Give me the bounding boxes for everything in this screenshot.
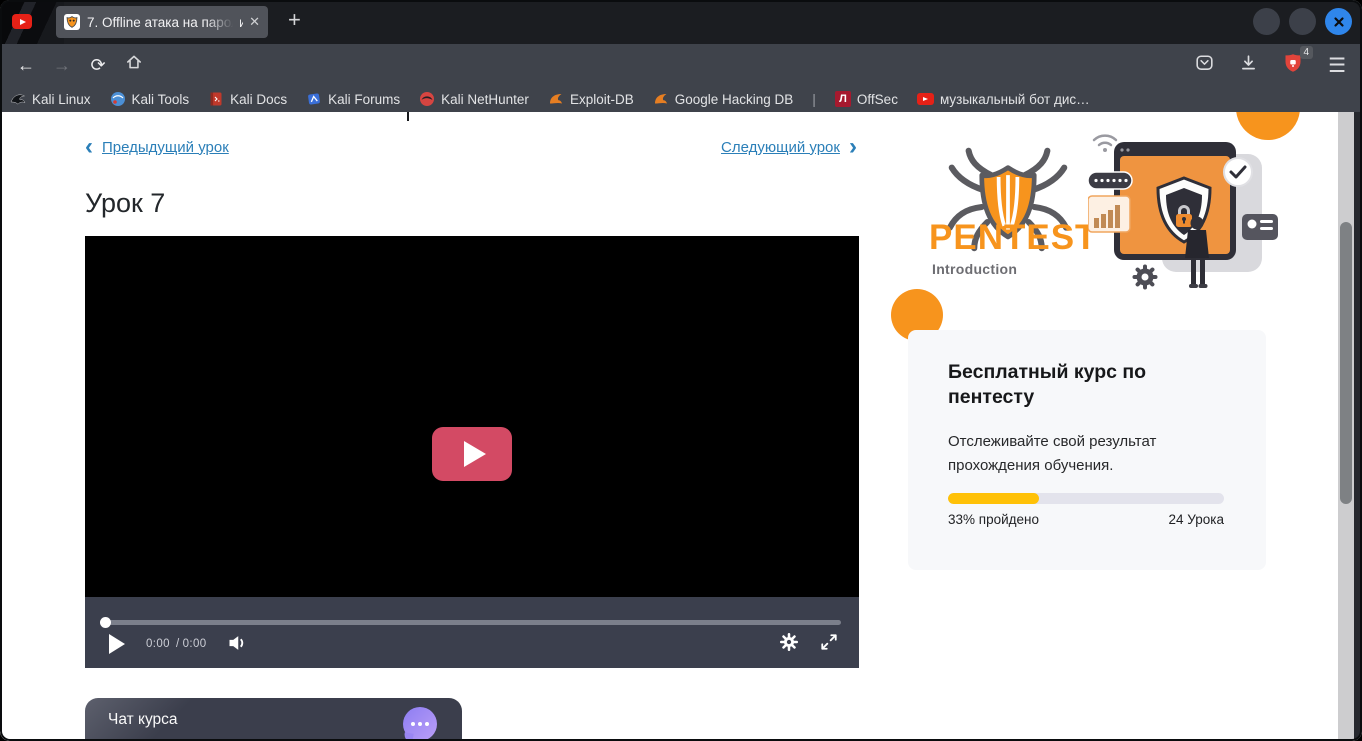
home-button[interactable] [122,53,146,77]
course-card-title: Бесплатный курс по пентесту [948,360,1198,410]
chat-title: Чат курса [108,711,178,729]
video-screen[interactable] [85,236,859,597]
course-chat-widget[interactable]: Чат курса [85,698,462,741]
exploit-db-icon [548,91,564,107]
kali-docs-icon [208,91,224,107]
security-illustration [1088,126,1280,304]
next-lesson-label[interactable]: Следующий урок [721,139,840,156]
chevron-left-icon: ‹ [85,138,93,156]
progress-fill [948,493,1039,504]
bookmark-kali-docs[interactable]: Kali Docs [208,91,287,107]
tab-active[interactable]: 7. Offline атака на пароли ✕ [56,6,268,38]
kali-linux-icon [10,91,26,107]
banner-title: PENTEST [929,218,1097,258]
menu-button[interactable]: ☰ [1328,53,1346,78]
settings-button[interactable] [780,633,798,656]
lesson-title: Урок 7 [85,188,165,219]
kali-tools-icon [110,91,126,107]
pinned-tab-youtube[interactable] [12,14,32,29]
bookmark-exploit-db[interactable]: Exploit-DB [548,91,634,107]
close-icon [1333,16,1345,28]
big-play-button[interactable] [432,427,512,481]
back-button[interactable]: ← [14,53,38,77]
video-player: 0:00/0:00 [85,236,859,668]
volume-icon [227,633,247,653]
adblock-extension-button[interactable]: 4 [1283,53,1303,78]
window-right-edge [1354,112,1362,741]
previous-lesson-label[interactable]: Предыдущий урок [102,139,229,156]
lessons-count-label: 24 Урока [1169,512,1224,527]
bookmarks-separator: | [812,91,816,107]
bookmark-kali-tools[interactable]: Kali Tools [110,91,190,107]
next-lesson-link[interactable]: Следующий урок › [721,138,857,156]
google-hacking-db-icon [653,91,669,107]
downloads-icon[interactable] [1239,54,1258,77]
bookmark-offsec[interactable]: Л OffSec [835,91,898,107]
previous-lesson-link[interactable]: ‹ Предыдущий урок [85,138,229,156]
banner-subtitle: Introduction [932,261,1017,277]
reload-button[interactable]: ⟳ [86,53,110,77]
new-tab-button[interactable]: + [288,7,301,33]
titlebar: 7. Offline атака на пароли ✕ + [0,0,1362,44]
bookmark-google-hacking-db[interactable]: Google Hacking DB [653,91,794,107]
kali-nethunter-icon [419,91,435,107]
forward-button[interactable]: → [50,53,74,77]
pocket-icon[interactable] [1195,54,1214,77]
offsec-icon: Л [835,91,851,107]
bookmark-music-bot[interactable]: музыкальный бот дис… [917,92,1090,107]
youtube-icon [917,93,934,105]
tab-close-icon[interactable]: ✕ [249,14,260,30]
kali-forums-icon [306,91,322,107]
seek-handle[interactable] [100,617,111,628]
bookmark-kali-forums[interactable]: Kali Forums [306,91,400,107]
clipped-page-title-artifact [407,112,409,121]
maximize-button[interactable] [1289,8,1316,35]
home-icon [125,53,143,71]
play-button[interactable] [109,634,125,654]
gear-icon [780,633,798,651]
volume-button[interactable] [227,633,247,658]
chevron-right-icon: › [849,138,857,156]
progress-bar [948,493,1224,504]
close-button[interactable] [1325,8,1352,35]
bookmarks-bar: Kali Linux Kali Tools Kali Docs Kali F [0,86,1362,112]
progress-percent-label: 33% пройдено [948,512,1039,527]
scrollbar-thumb[interactable] [1340,222,1352,504]
minimize-button[interactable] [1253,8,1280,35]
fullscreen-icon [820,633,838,651]
youtube-icon [12,14,32,29]
adblock-badge: 4 [1300,46,1314,59]
course-progress-card: Бесплатный курс по пентесту Отслеживайте… [908,330,1266,570]
seek-bar[interactable] [105,620,841,625]
codeby-favicon-icon [64,14,80,30]
browser-window: 7. Offline атака на пароли ✕ + ← → ⟳ [0,0,1362,741]
course-card-description: Отслеживайте свой результат прохождения … [948,430,1220,478]
page-content: ‹ Предыдущий урок Следующий урок › Урок … [0,112,1362,741]
navigation-toolbar: ← → ⟳ https://codeby.schoo [0,44,1362,86]
video-controls: 0:00/0:00 [85,597,859,668]
bookmark-kali-linux[interactable]: Kali Linux [10,91,91,107]
bookmark-kali-nethunter[interactable]: Kali NetHunter [419,91,529,107]
time-display: 0:00/0:00 [146,638,207,650]
fullscreen-button[interactable] [820,633,838,656]
chat-bubble-icon[interactable] [403,707,437,741]
